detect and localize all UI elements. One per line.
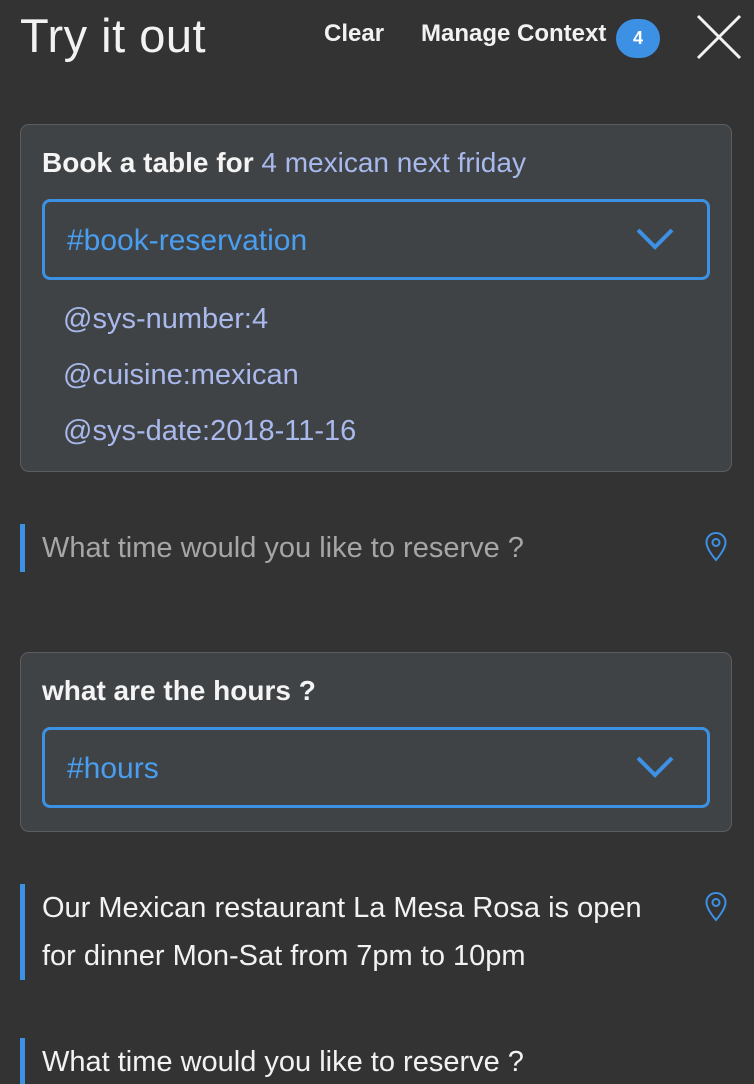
intent-dropdown[interactable]: #hours: [42, 727, 710, 808]
bot-response: Our Mexican restaurant La Mesa Rosa is o…: [20, 884, 642, 980]
entity-label[interactable]: @cuisine:mexican: [63, 359, 299, 392]
panel-title: Try it out: [20, 9, 207, 62]
panel-header: Try it out Clear Manage Context 4: [0, 0, 754, 80]
location-pin-icon: [705, 891, 727, 922]
chevron-down-icon: [636, 756, 674, 778]
response-location-button[interactable]: [704, 891, 728, 923]
context-count-badge: 4: [616, 19, 660, 58]
bot-response: What time would you like to reserve ?: [20, 1038, 682, 1084]
try-it-out-panel: Try it out Clear Manage Context 4 Book a…: [0, 0, 754, 1084]
response-location-button[interactable]: [704, 531, 728, 563]
user-message-entity-highlight: 4 mexican next friday: [261, 147, 526, 178]
chevron-down-icon: [636, 228, 674, 250]
close-button[interactable]: [694, 12, 744, 62]
bot-response: What time would you like to reserve ?: [20, 524, 682, 572]
clear-button[interactable]: Clear: [324, 20, 384, 48]
close-icon: [696, 14, 742, 60]
entity-label[interactable]: @sys-date:2018-11-16: [63, 415, 356, 448]
user-message-card: Book a table for 4 mexican next friday #…: [20, 124, 732, 472]
location-pin-icon: [705, 531, 727, 562]
user-message: Book a table for 4 mexican next friday: [42, 147, 526, 179]
intent-label: #hours: [67, 752, 159, 785]
intent-label: #book-reservation: [67, 224, 308, 257]
manage-context-button[interactable]: Manage Context: [421, 20, 606, 48]
user-message-text: Book a table for: [42, 147, 262, 178]
intent-dropdown[interactable]: #book-reservation: [42, 199, 710, 280]
user-message: what are the hours ?: [42, 675, 316, 706]
entity-label[interactable]: @sys-number:4: [63, 303, 268, 336]
user-message-card: what are the hours ? #hours: [20, 652, 732, 832]
